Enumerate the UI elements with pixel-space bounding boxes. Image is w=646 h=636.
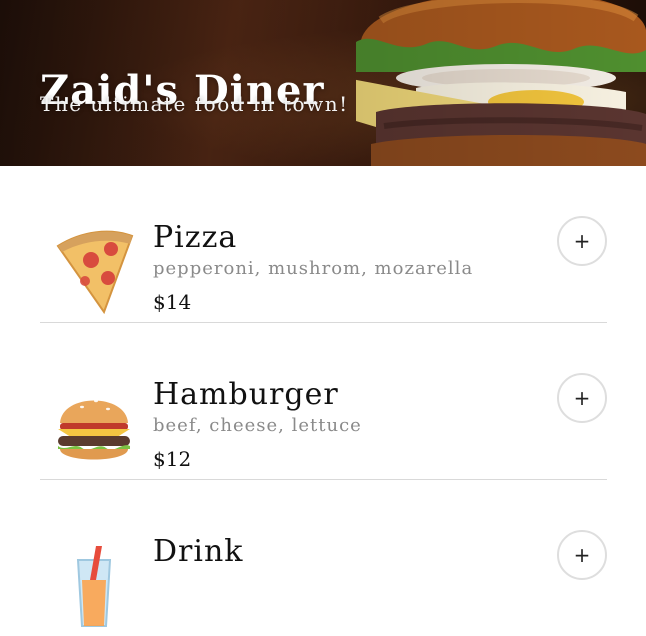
- menu-item-description: beef, cheese, lettuce: [153, 415, 362, 436]
- hamburger-icon: [58, 399, 130, 460]
- menu-item-name: Hamburger: [153, 377, 339, 412]
- menu-item-drink: Drink +: [40, 480, 607, 636]
- hero-header: Zaid's Diner The ultimate food in town!: [0, 0, 646, 166]
- menu-item-text: Drink: [153, 534, 533, 580]
- add-to-cart-button[interactable]: +: [557, 373, 607, 423]
- add-to-cart-button[interactable]: +: [557, 530, 607, 580]
- menu-item-description: pepperoni, mushrom, mozarella: [153, 258, 474, 279]
- menu-list: Pizza pepperoni, mushrom, mozarella $14 …: [40, 166, 607, 636]
- restaurant-subtitle: The ultimate food in town!: [40, 92, 349, 116]
- menu-item-name: Pizza: [153, 220, 238, 255]
- pizza-icon: [56, 230, 134, 315]
- menu-item-price: $12: [153, 447, 192, 471]
- menu-item-name: Drink: [153, 534, 244, 569]
- menu-item-pizza: Pizza pepperoni, mushrom, mozarella $14 …: [40, 166, 607, 323]
- add-to-cart-button[interactable]: +: [557, 216, 607, 266]
- menu-item-text: Pizza pepperoni, mushrom, mozarella $14: [153, 220, 533, 314]
- menu-item-text: Hamburger beef, cheese, lettuce $12: [153, 377, 533, 471]
- menu-item-price: $14: [153, 290, 192, 314]
- drink-icon: [76, 546, 112, 627]
- menu-item-hamburger: Hamburger beef, cheese, lettuce $12 +: [40, 323, 607, 480]
